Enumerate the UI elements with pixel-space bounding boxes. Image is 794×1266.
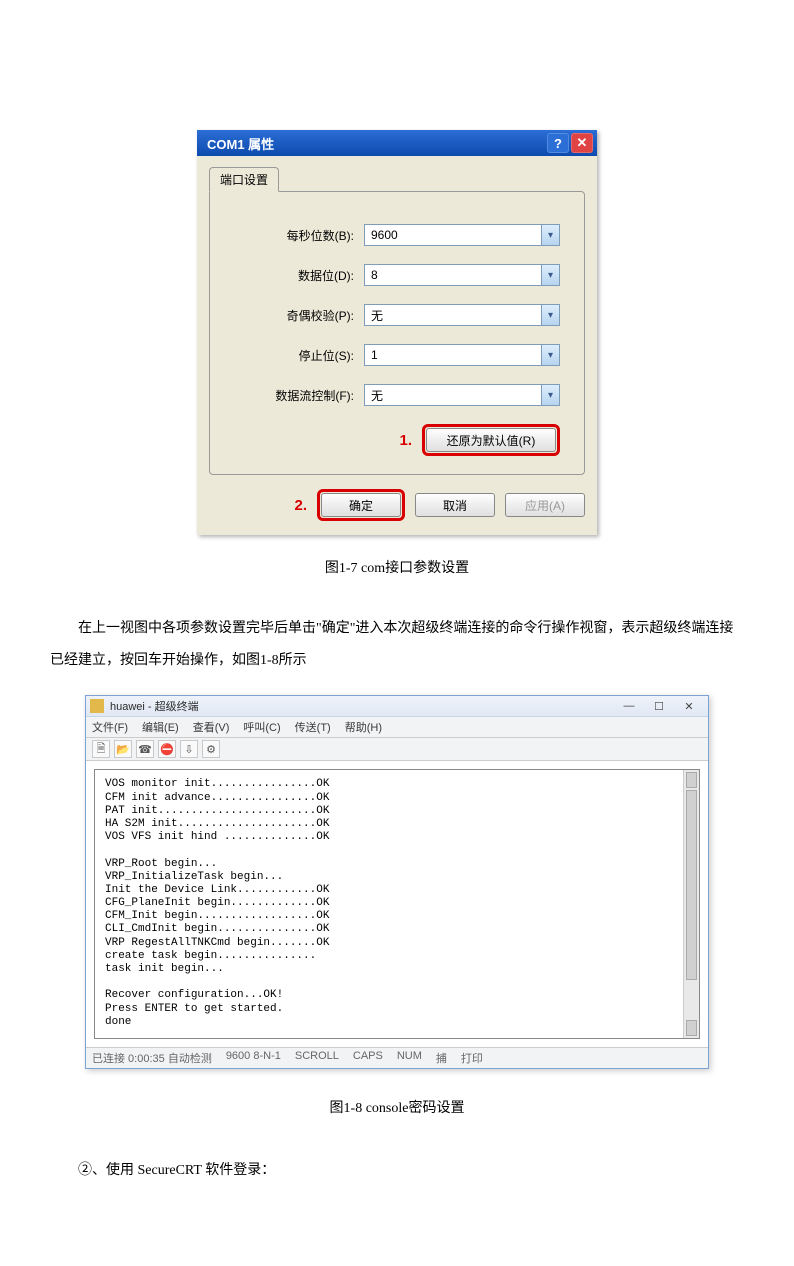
- restore-row: 1. 还原为默认值(R): [234, 424, 560, 456]
- term-toolbar: 🗎 📂 ☎ ⛔ ⇩ ⚙: [86, 738, 708, 761]
- status-encoding: 9600 8-N-1: [226, 1050, 281, 1066]
- disconnect-icon[interactable]: ⛔: [158, 740, 176, 758]
- status-scroll: SCROLL: [295, 1050, 339, 1066]
- line: create task begin...............: [105, 950, 316, 962]
- line: VOS monitor init................OK: [105, 778, 329, 790]
- line: Recover configuration...OK!: [105, 989, 283, 1001]
- term-title-bar: huawei - 超级终端 — ☐ ✕: [86, 696, 708, 717]
- line: PAT init........................OK: [105, 805, 329, 817]
- open-icon[interactable]: 📂: [114, 740, 132, 758]
- figure-1-7-caption: 图1-7 com接口参数设置: [50, 557, 744, 577]
- dialog-buttons: 2. 确定 取消 应用(A): [209, 489, 585, 521]
- flow-value: 无: [371, 387, 383, 404]
- status-connection: 已连接 0:00:35 自动检测: [92, 1050, 212, 1066]
- help-button[interactable]: ?: [547, 133, 569, 153]
- line: VRP_InitializeTask begin...: [105, 871, 283, 883]
- tab-strip: 端口设置: [209, 167, 585, 192]
- databits-label: 数据位(D):: [234, 267, 354, 284]
- menu-file[interactable]: 文件(F): [92, 719, 128, 735]
- close-button[interactable]: ✕: [571, 133, 593, 153]
- paragraph-2: ②、使用 SecureCRT 软件登录：: [50, 1155, 744, 1187]
- flow-label: 数据流控制(F):: [234, 387, 354, 404]
- line: task init begin...: [105, 963, 224, 975]
- scrollbar-thumb[interactable]: [686, 790, 697, 980]
- databits-value: 8: [371, 268, 378, 282]
- chevron-down-icon: ▾: [541, 385, 559, 405]
- chevron-down-icon: ▾: [541, 265, 559, 285]
- maximize-button[interactable]: ☐: [644, 698, 674, 714]
- term-close-button[interactable]: ✕: [674, 698, 704, 714]
- dialog-body: 端口设置 每秒位数(B): 9600 ▾ 数据位(D): 8 ▾: [197, 156, 597, 535]
- new-icon[interactable]: 🗎: [92, 740, 110, 758]
- line: CFM_Init begin..................OK: [105, 910, 329, 922]
- annotation-highlight-2: 确定: [317, 489, 405, 521]
- com1-properties-dialog: COM1 属性 ? ✕ 端口设置 每秒位数(B): 9600 ▾ 数据位(D):: [197, 130, 597, 535]
- minimize-button[interactable]: —: [614, 698, 644, 714]
- databits-select[interactable]: 8 ▾: [364, 264, 560, 286]
- baud-row: 每秒位数(B): 9600 ▾: [234, 224, 560, 246]
- databits-row: 数据位(D): 8 ▾: [234, 264, 560, 286]
- line: Init the Device Link............OK: [105, 884, 329, 896]
- stopbits-row: 停止位(S): 1 ▾: [234, 344, 560, 366]
- annotation-number-1: 1.: [399, 432, 412, 449]
- status-num: NUM: [397, 1050, 422, 1066]
- baud-value: 9600: [371, 228, 398, 242]
- paragraph-1: 在上一视图中各项参数设置完毕后单击"确定"进入本次超级终端连接的命令行操作视窗，…: [50, 613, 744, 677]
- line: VRP RegestAllTNKCmd begin.......OK: [105, 937, 329, 949]
- chevron-down-icon: ▾: [541, 305, 559, 325]
- line: done: [105, 1016, 131, 1028]
- baud-select[interactable]: 9600 ▾: [364, 224, 560, 246]
- annotation-number-2: 2.: [294, 497, 307, 514]
- apply-button: 应用(A): [505, 493, 585, 517]
- term-output[interactable]: VOS monitor init................OK CFM i…: [94, 769, 700, 1039]
- line: CFG_PlaneInit begin.............OK: [105, 897, 329, 909]
- status-caps: CAPS: [353, 1050, 383, 1066]
- chevron-down-icon: ▾: [541, 225, 559, 245]
- stopbits-value: 1: [371, 348, 378, 362]
- menu-edit[interactable]: 编辑(E): [142, 719, 179, 735]
- cancel-button[interactable]: 取消: [415, 493, 495, 517]
- menu-transfer[interactable]: 传送(T): [295, 719, 331, 735]
- line: HA S2M init.....................OK: [105, 818, 329, 830]
- menu-call[interactable]: 呼叫(C): [243, 719, 280, 735]
- dialog-title-bar: COM1 属性 ? ✕: [197, 130, 597, 156]
- stopbits-label: 停止位(S):: [234, 347, 354, 364]
- line: Press ENTER to get started.: [105, 1003, 283, 1015]
- annotation-highlight-1: 还原为默认值(R): [422, 424, 560, 456]
- port-settings-panel: 每秒位数(B): 9600 ▾ 数据位(D): 8 ▾ 奇偶校验(P):: [209, 191, 585, 475]
- parity-row: 奇偶校验(P): 无 ▾: [234, 304, 560, 326]
- line: CFM init advance................OK: [105, 792, 329, 804]
- term-client-area: VOS monitor init................OK CFM i…: [90, 765, 704, 1043]
- flow-row: 数据流控制(F): 无 ▾: [234, 384, 560, 406]
- app-icon: [90, 699, 104, 713]
- status-print: 打印: [461, 1050, 483, 1066]
- ok-button[interactable]: 确定: [321, 493, 401, 517]
- status-capture: 捕: [436, 1050, 447, 1066]
- dialog-title: COM1 属性: [207, 134, 545, 153]
- term-status-bar: 已连接 0:00:35 自动检测 9600 8-N-1 SCROLL CAPS …: [86, 1047, 708, 1068]
- flow-select[interactable]: 无 ▾: [364, 384, 560, 406]
- chevron-down-icon: ▾: [541, 345, 559, 365]
- menu-view[interactable]: 查看(V): [193, 719, 230, 735]
- restore-defaults-button[interactable]: 还原为默认值(R): [426, 428, 556, 452]
- term-title: huawei - 超级终端: [110, 698, 614, 714]
- scrollbar[interactable]: [683, 770, 699, 1038]
- parity-select[interactable]: 无 ▾: [364, 304, 560, 326]
- connect-icon[interactable]: ☎: [136, 740, 154, 758]
- hyperterminal-window: huawei - 超级终端 — ☐ ✕ 文件(F) 编辑(E) 查看(V) 呼叫…: [85, 695, 709, 1069]
- line: VRP_Root begin...: [105, 858, 217, 870]
- line: VOS VFS init hind ..............OK: [105, 831, 329, 843]
- properties-icon[interactable]: ⚙: [202, 740, 220, 758]
- term-menu-bar: 文件(F) 编辑(E) 查看(V) 呼叫(C) 传送(T) 帮助(H): [86, 717, 708, 738]
- figure-1-8-caption: 图1-8 console密码设置: [50, 1097, 744, 1117]
- menu-help[interactable]: 帮助(H): [345, 719, 382, 735]
- line: CLI_CmdInit begin...............OK: [105, 923, 329, 935]
- parity-value: 无: [371, 307, 383, 324]
- baud-label: 每秒位数(B):: [234, 227, 354, 244]
- parity-label: 奇偶校验(P):: [234, 307, 354, 324]
- stopbits-select[interactable]: 1 ▾: [364, 344, 560, 366]
- tab-port-settings[interactable]: 端口设置: [209, 167, 279, 192]
- send-icon[interactable]: ⇩: [180, 740, 198, 758]
